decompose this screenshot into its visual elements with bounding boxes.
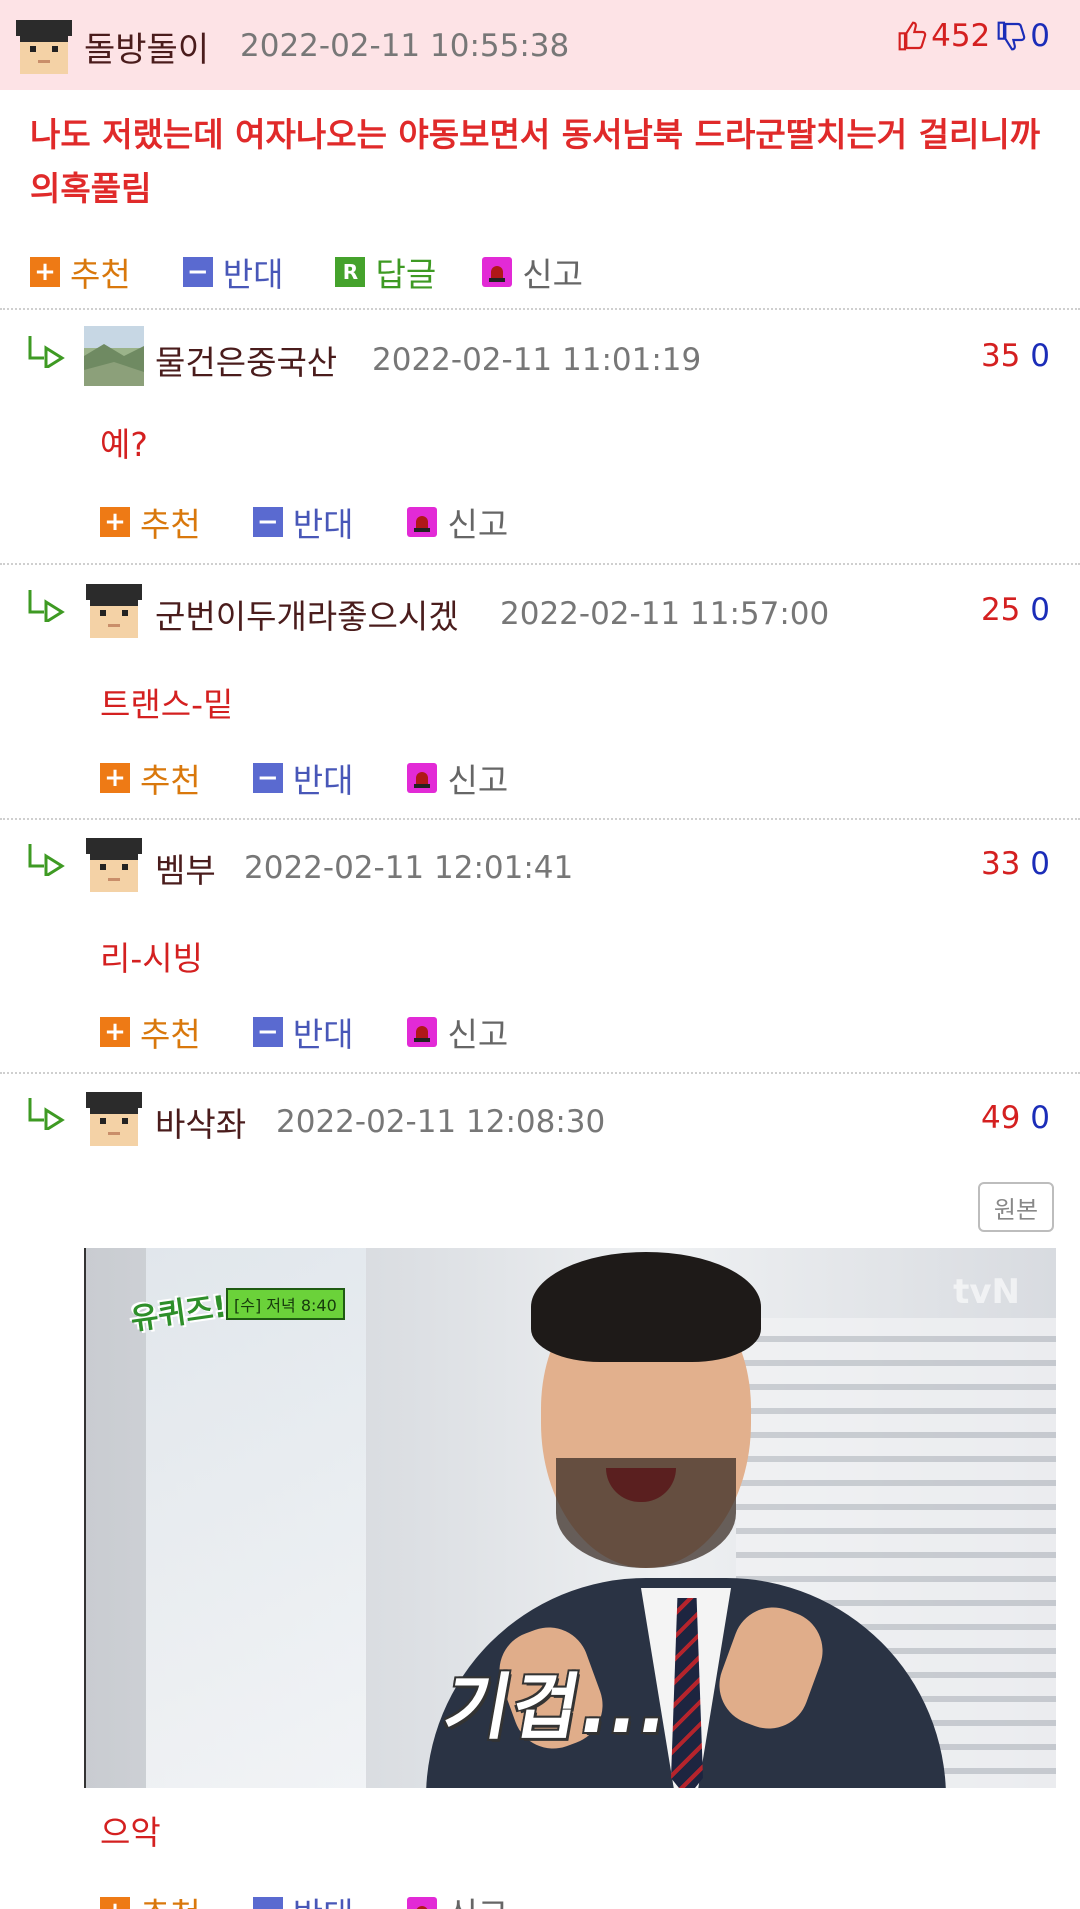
divider — [0, 563, 1080, 565]
comment-actions: + 추천 −반대 신고 — [100, 754, 560, 802]
siren-icon — [407, 1897, 438, 1909]
upvote-label: 추천 — [140, 1015, 201, 1054]
attached-image[interactable]: 유퀴즈! [수] 저녁 8:40 tvN 기겁... — [84, 1248, 1056, 1788]
comment-nickname[interactable]: 바삭좌 — [155, 1098, 246, 1146]
comment-actions: + 추천 −반대 신고 — [100, 498, 560, 546]
plus-icon: + — [100, 507, 130, 537]
comment-actions: + 추천 −반대 신고 — [100, 1008, 560, 1056]
report-button[interactable]: 신고 — [407, 1888, 508, 1909]
upvote-label: 추천 — [140, 761, 201, 800]
upvote-button[interactable]: + 추천 — [30, 248, 131, 296]
best-down-count: 0 — [1030, 18, 1050, 54]
minus-icon: − — [182, 257, 213, 287]
comment-datetime: 2022-02-11 11:57:00 — [500, 596, 830, 632]
minus-icon: − — [252, 763, 283, 793]
downvote-button[interactable]: −반대 — [252, 498, 354, 546]
minus-icon: − — [252, 1017, 283, 1047]
best-vote-count: 452 0 — [897, 18, 1050, 54]
comment-text: 트랜스-밑 — [100, 685, 234, 724]
best-comment-text: 나도 저랬는데 여자나오는 야동보면서 동서남북 드라군딸치는거 걸리니까 의혹… — [30, 115, 1041, 208]
comment-text: 으악 — [100, 1813, 161, 1852]
report-button[interactable]: 신고 — [407, 1008, 508, 1056]
avatar-icon[interactable] — [84, 834, 144, 894]
original-image-button[interactable]: 원본 — [978, 1182, 1054, 1232]
siren-icon — [407, 1017, 438, 1047]
downvote-label: 반대 — [292, 505, 354, 544]
best-datetime: 2022-02-11 10:55:38 — [240, 28, 570, 64]
downvote-label: 반대 — [293, 1888, 354, 1909]
thumbs-down-icon — [997, 21, 1026, 51]
upvote-label: 추천 — [140, 505, 201, 544]
upvote-button[interactable]: + 추천 — [100, 1888, 201, 1909]
reply-label: 답글 — [375, 255, 437, 294]
plus-icon: + — [100, 1897, 130, 1909]
upvote-button[interactable]: + 추천 — [100, 754, 201, 802]
plus-icon: + — [100, 1017, 130, 1047]
downvote-label: 반대 — [292, 761, 354, 800]
report-label: 신고 — [447, 761, 509, 800]
siren-icon — [407, 763, 438, 793]
upvote-label: 추천 — [70, 255, 131, 294]
avatar-icon[interactable] — [84, 580, 144, 640]
report-label: 신고 — [447, 1015, 509, 1054]
divider — [0, 308, 1080, 310]
reply-icon: R — [335, 257, 366, 287]
minus-icon: − — [252, 1897, 283, 1909]
comment-vote-count: 49 0 — [980, 1100, 1050, 1136]
upvote-button[interactable]: + 추천 — [100, 1008, 201, 1056]
report-label: 신고 — [447, 1888, 508, 1909]
comment-vote-count: 33 0 — [980, 846, 1050, 882]
comment-nickname[interactable]: 군번이두개라좋으시겠 — [155, 590, 459, 638]
comment-nickname[interactable]: 물건은중국산 — [155, 336, 337, 384]
upvote-button[interactable]: + 추천 — [100, 498, 201, 546]
divider — [0, 818, 1080, 820]
report-button[interactable]: 신고 — [407, 498, 508, 546]
comment-nickname[interactable]: 벰부 — [155, 844, 216, 892]
plus-icon: + — [30, 257, 60, 287]
comment-text: 리-시빙 — [100, 939, 203, 978]
siren-icon — [407, 507, 438, 537]
reply-arrow-icon — [28, 590, 65, 622]
downvote-button[interactable]: −반대 — [182, 248, 284, 296]
thumbs-up-icon — [898, 21, 927, 51]
channel-watermark: tvN — [953, 1272, 1020, 1312]
best-up-count: 452 — [931, 18, 991, 54]
reply-arrow-icon — [28, 844, 65, 876]
best-comment-header: 돌방돌이 2022-02-11 10:55:38 452 0 — [0, 0, 1080, 90]
report-button[interactable]: 신고 — [407, 754, 508, 802]
downvote-button[interactable]: −반대 — [252, 1008, 354, 1056]
avatar-icon[interactable] — [84, 1088, 144, 1148]
reply-button[interactable]: R 답글 — [335, 248, 436, 296]
best-actions: + 추천 − 반대 R 답글 신고 — [30, 248, 635, 296]
downvote-label: 반대 — [222, 255, 284, 294]
downvote-label: 반대 — [292, 1015, 354, 1054]
avatar-photo[interactable] — [84, 326, 144, 386]
image-caption: 기겁... — [437, 1665, 677, 1749]
report-label: 신고 — [447, 505, 509, 544]
comment-vote-count: 25 0 — [980, 592, 1050, 628]
comment-text: 예? — [100, 425, 148, 464]
upvote-label: 추천 — [140, 1888, 201, 1909]
reply-arrow-icon — [28, 336, 65, 368]
report-label: 신고 — [522, 255, 583, 294]
reply-arrow-icon — [28, 1098, 65, 1130]
best-nickname[interactable]: 돌방돌이 — [84, 22, 209, 71]
comment-datetime: 2022-02-11 12:08:30 — [276, 1104, 606, 1140]
downvote-button[interactable]: −반대 — [252, 1888, 354, 1909]
divider — [0, 1072, 1080, 1074]
comment-datetime: 2022-02-11 12:01:41 — [244, 850, 574, 886]
downvote-button[interactable]: −반대 — [252, 754, 354, 802]
plus-icon: + — [100, 763, 130, 793]
comment-vote-count: 35 0 — [980, 338, 1050, 374]
show-schedule-badge: [수] 저녁 8:40 — [226, 1288, 345, 1320]
siren-icon — [482, 257, 513, 287]
avatar-icon[interactable] — [14, 16, 74, 76]
comment-actions: + 추천 −반대 신고 — [100, 1888, 560, 1909]
comment-datetime: 2022-02-11 11:01:19 — [372, 342, 702, 378]
report-button[interactable]: 신고 — [482, 248, 583, 296]
minus-icon: − — [252, 507, 283, 537]
